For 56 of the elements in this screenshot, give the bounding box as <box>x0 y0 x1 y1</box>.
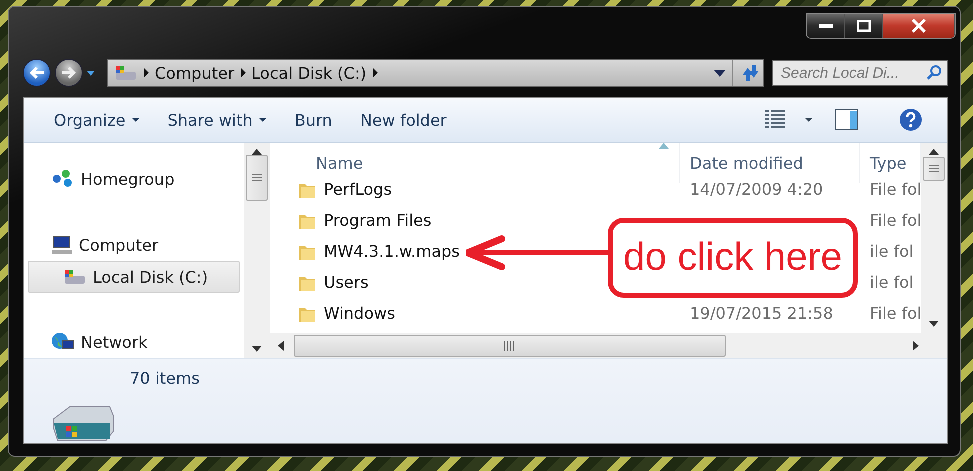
type-cell-text: ile fol <box>869 241 915 263</box>
close-icon <box>910 19 926 33</box>
file-name[interactable]: MW4.3.1.w.maps <box>298 236 460 267</box>
scroll-down-icon[interactable] <box>929 321 939 327</box>
scroll-left-icon[interactable] <box>278 340 284 350</box>
minimize-button[interactable] <box>807 14 845 38</box>
sidebar-item[interactable]: Homegroup <box>28 163 240 195</box>
maximize-button[interactable] <box>845 14 883 38</box>
sidebar-item[interactable]: Network <box>28 326 240 358</box>
scroll-down-icon[interactable] <box>252 346 262 352</box>
type-cell-text: File fol <box>869 303 921 325</box>
scrollbar[interactable] <box>921 143 947 333</box>
drive-icon <box>114 64 138 82</box>
computer-icon <box>51 235 73 255</box>
scroll-right-icon[interactable] <box>913 340 919 350</box>
search-field[interactable]: Search Local Di... <box>772 60 948 86</box>
date-cell-text: 19/07/2015 21:58 <box>689 303 834 325</box>
breadcrumb[interactable]: Computer <box>155 64 235 83</box>
horizontal-scrollbar[interactable] <box>270 333 947 358</box>
drive-icon <box>63 268 87 286</box>
menu-button[interactable]: Share with <box>154 106 281 134</box>
column-header[interactable]: Name <box>270 143 680 183</box>
minimize-icon <box>818 24 832 28</box>
preview-pane-icon[interactable] <box>835 109 859 131</box>
menu-button[interactable]: Organize <box>40 106 154 134</box>
maximize-icon <box>856 20 870 32</box>
view-options-icon[interactable] <box>765 110 815 130</box>
column-header[interactable]: Date modified <box>680 143 860 183</box>
toolbar-button[interactable]: Burn <box>280 106 346 134</box>
scroll-up-icon[interactable] <box>929 149 939 155</box>
history-dropdown-icon[interactable] <box>87 70 95 76</box>
callout: do click here <box>608 218 858 298</box>
grip-icon <box>929 165 939 173</box>
sidebar-item[interactable]: Local Disk (C:) <box>28 261 240 293</box>
file-name[interactable]: Users <box>298 267 369 298</box>
search-icon <box>927 65 943 82</box>
sidebar-item[interactable]: Computer <box>28 229 240 261</box>
homegroup-icon <box>51 169 75 189</box>
back-button[interactable] <box>23 59 51 88</box>
back-arrow-icon <box>29 66 45 80</box>
toolbar-button[interactable]: New folder <box>346 106 461 134</box>
file-name[interactable]: Windows <box>298 298 396 329</box>
type-cell-text: ile fol <box>869 272 915 294</box>
address-bar[interactable]: Computer Local Disk (C:) <box>107 59 764 88</box>
grip-icon <box>504 340 516 350</box>
file-name[interactable]: Program Files <box>298 205 432 236</box>
type-cell-text: File fol <box>869 210 921 232</box>
forward-arrow-icon <box>61 66 77 80</box>
help-icon[interactable] <box>899 108 923 132</box>
scrollbar[interactable] <box>244 143 270 358</box>
grip-icon <box>252 174 262 182</box>
item-count: 70 items <box>130 369 200 390</box>
forward-button[interactable] <box>55 59 83 88</box>
dropdown-icon[interactable] <box>714 70 726 77</box>
breadcrumb[interactable]: Local Disk (C:) <box>252 64 367 83</box>
close-button[interactable] <box>883 14 955 38</box>
